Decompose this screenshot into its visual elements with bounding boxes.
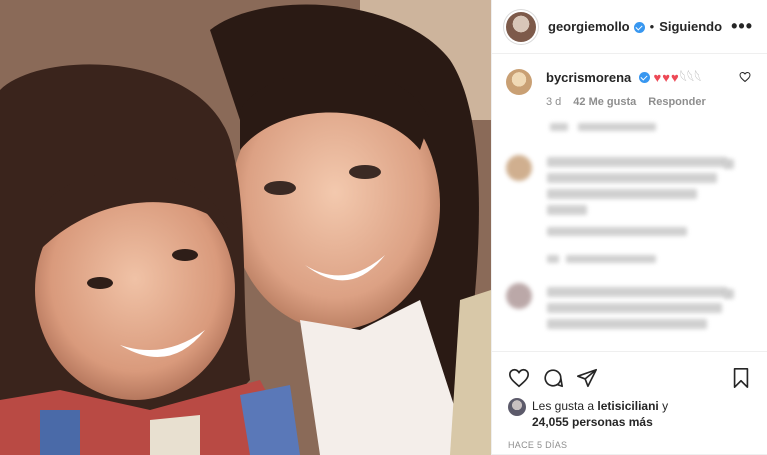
- likes-text: Les gusta a letisiciliani y 24,055 perso…: [532, 398, 668, 430]
- blurred-meta: [547, 227, 687, 236]
- comment-age: 3 d: [546, 96, 562, 108]
- comment-like-icon[interactable]: [739, 71, 751, 83]
- blurred-comment: [547, 157, 727, 167]
- blurred-meta: [578, 123, 656, 131]
- heart-outline-icon[interactable]: [508, 367, 530, 389]
- blurred-comment: [547, 189, 697, 199]
- follow-status-button[interactable]: Siguiendo: [659, 19, 722, 34]
- blurred-comment: [547, 205, 587, 215]
- blurred-avatar: [506, 155, 532, 181]
- paper-plane-icon[interactable]: [576, 367, 598, 389]
- comment-hearts: ♥♥♥: [653, 70, 680, 85]
- reply-button[interactable]: Responder: [648, 96, 705, 108]
- bookmark-icon[interactable]: [731, 367, 751, 389]
- comment-text: bycrismorena ♥♥♥𓆩𓆩𓆩: [546, 69, 733, 86]
- comments-list[interactable]: bycrismorena ♥♥♥𓆩𓆩𓆩 3 d 42 Me gusta Resp…: [492, 55, 767, 351]
- action-bar: [508, 360, 751, 396]
- comment-body: bycrismorena ♥♥♥𓆩𓆩𓆩 3 d 42 Me gusta Resp…: [546, 69, 733, 108]
- blurred-meta: [550, 123, 568, 131]
- blurred-meta: [547, 255, 559, 263]
- comment-bubble-icon[interactable]: [542, 367, 564, 389]
- blurred-comment: [547, 303, 722, 313]
- verified-badge-icon: [633, 22, 645, 33]
- post-header: georgiemollo • Siguiendo •••: [492, 0, 767, 54]
- post-sidebar: georgiemollo • Siguiendo ••• bycrismoren…: [491, 0, 767, 455]
- liker-username[interactable]: letisiciliani: [597, 399, 658, 413]
- post-timestamp[interactable]: HACE 5 DÍAS: [508, 440, 751, 450]
- author-avatar[interactable]: [506, 11, 536, 42]
- commenter-avatar[interactable]: [506, 69, 532, 95]
- header-separator: •: [649, 19, 655, 34]
- author-username[interactable]: georgiemollo: [548, 19, 630, 34]
- liker-avatar[interactable]: [508, 398, 526, 416]
- commenter-username[interactable]: bycrismorena: [546, 70, 631, 85]
- likes-prefix: Les gusta a: [532, 399, 595, 413]
- blurred-like: [724, 289, 734, 299]
- blurred-meta: [566, 255, 656, 263]
- likes-summary: Les gusta a letisiciliani y 24,055 perso…: [508, 398, 751, 430]
- comment-emoji: 𓆩𓆩𓆩: [679, 70, 702, 85]
- more-options-icon[interactable]: •••: [731, 16, 753, 37]
- blurred-like: [724, 159, 734, 169]
- likes-count[interactable]: 24,055 personas más: [532, 415, 653, 429]
- comment-item: bycrismorena ♥♥♥𓆩𓆩𓆩 3 d 42 Me gusta Resp…: [506, 69, 751, 108]
- blurred-comment: [547, 319, 707, 329]
- blurred-comment: [547, 173, 717, 183]
- likes-suffix: y: [662, 399, 669, 413]
- blurred-comment: [547, 287, 727, 297]
- comment-meta: 3 d 42 Me gusta Responder: [546, 96, 733, 108]
- post-actions: Les gusta a letisiciliani y 24,055 perso…: [492, 351, 767, 455]
- blurred-avatar: [506, 283, 532, 309]
- verified-badge-icon: [638, 72, 650, 83]
- photo-illustration: [0, 0, 491, 455]
- post-photo[interactable]: [0, 0, 491, 455]
- comment-likes[interactable]: 42 Me gusta: [573, 96, 636, 108]
